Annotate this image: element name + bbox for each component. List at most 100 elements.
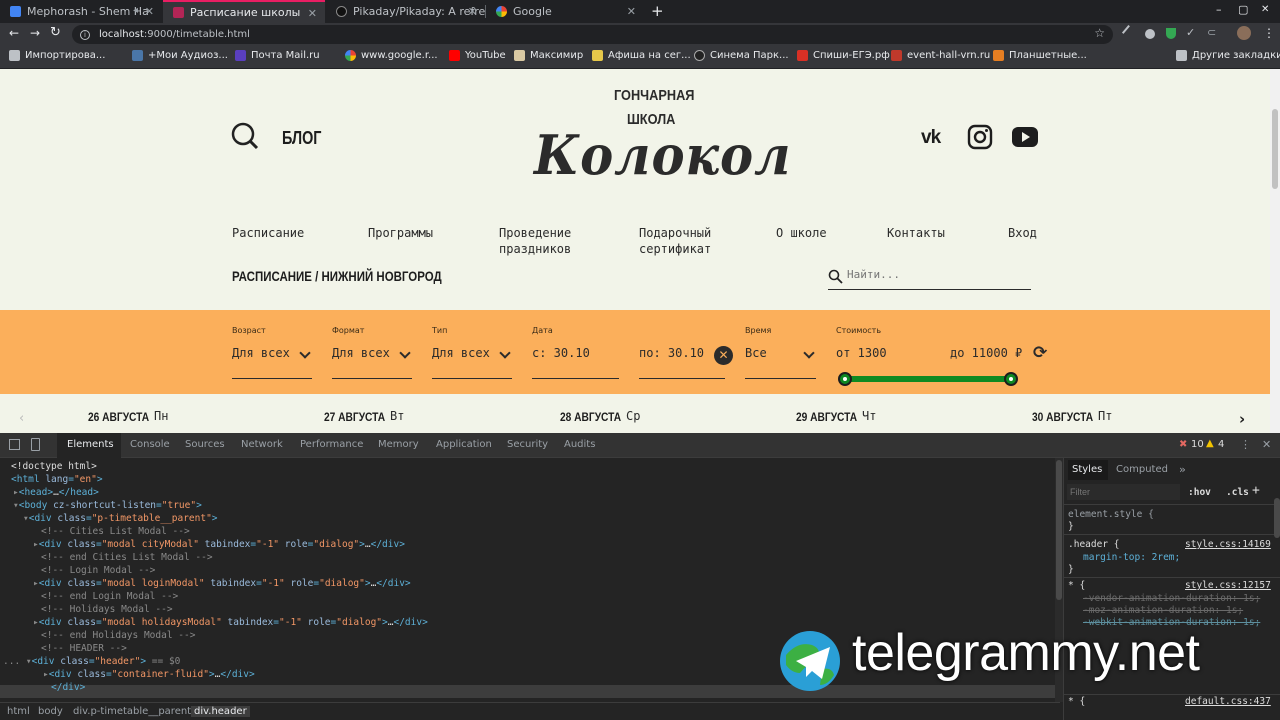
breadcrumb-item-selected[interactable]: div.header (191, 706, 250, 717)
devtools-tab-console[interactable]: Console (130, 439, 170, 450)
nav-about[interactable]: О школе (776, 225, 827, 241)
rule-source-link[interactable]: style.css:12157 (1185, 580, 1271, 591)
menu-icon[interactable]: ⋮ (1263, 26, 1275, 40)
styles-filter-input[interactable] (1067, 484, 1180, 500)
vk-icon[interactable]: vk (921, 127, 941, 149)
date-from-input[interactable]: с: 30.10 (532, 346, 590, 360)
date-to-input[interactable]: по: 30.10 (639, 346, 704, 360)
devtools-tab-sources[interactable]: Sources (185, 439, 225, 450)
bookmark-item[interactable]: Почта Mail.ru (235, 50, 320, 61)
type-select[interactable]: Для всех (432, 346, 490, 360)
devtools-tab-performance[interactable]: Performance (300, 439, 363, 450)
address-bar[interactable]: i localhost:9000/timetable.html ☆ (72, 25, 1113, 44)
cls-toggle[interactable]: .cls (1226, 487, 1249, 498)
price-slider[interactable] (838, 372, 1018, 386)
scrollbar-thumb[interactable] (1272, 109, 1278, 189)
day-date[interactable]: 26 АВГУСТА (88, 410, 149, 424)
dom-line[interactable]: ▾<body cz-shortcut-listen="true"> (13, 499, 202, 512)
device-toggle-icon[interactable] (31, 438, 40, 451)
close-window-button[interactable]: ✕ (1261, 4, 1269, 15)
avatar[interactable] (1237, 26, 1251, 40)
tab-timetable[interactable]: Расписание школы ✕ (163, 0, 325, 23)
close-icon[interactable]: ✕ (145, 5, 154, 18)
bookmark-item[interactable]: YouTube (449, 50, 506, 61)
day-date[interactable]: 27 АВГУСТА (324, 410, 385, 424)
tab-google[interactable]: Google ✕ (486, 0, 644, 23)
check-icon[interactable]: ✓ (1186, 26, 1195, 39)
forward-icon[interactable]: → (30, 26, 40, 40)
bookmark-item[interactable]: +Мои Аудиоз... (132, 50, 228, 61)
dom-line[interactable]: ▸<div class="modal holidaysModal" tabind… (33, 616, 428, 629)
dom-line[interactable]: ▸<head>…</head> (13, 486, 99, 499)
menu-icon[interactable]: ⋮ (1240, 438, 1251, 451)
dom-line[interactable]: ▸<div class="modal cityModal" tabindex="… (33, 538, 405, 551)
dom-line[interactable]: <!-- end Login Modal --> (41, 590, 178, 603)
maximize-button[interactable]: ▢ (1238, 3, 1248, 16)
rule-selector[interactable]: .header { (1068, 539, 1119, 550)
search-field[interactable] (828, 264, 1031, 290)
inspect-icon[interactable] (9, 439, 20, 450)
back-icon[interactable]: ← (9, 26, 19, 40)
instagram-icon[interactable] (967, 124, 993, 150)
close-icon[interactable]: ✕ (627, 5, 636, 18)
element-style-rule[interactable]: element.style { (1068, 509, 1154, 520)
breadcrumb-item[interactable]: body (38, 706, 63, 717)
prev-week-icon[interactable]: ‹ (19, 411, 24, 426)
minimize-button[interactable]: – (1216, 3, 1222, 16)
dom-line[interactable]: <!-- end Cities List Modal --> (41, 551, 213, 564)
dom-line[interactable]: ▸<div class="container-fluid">…</div> (43, 668, 255, 681)
devtools-tab-network[interactable]: Network (241, 439, 283, 450)
devtools-tab-audits[interactable]: Audits (564, 439, 595, 450)
bookmark-folder[interactable]: Импортирова... (9, 50, 105, 61)
nav-schedule[interactable]: Расписание (232, 225, 304, 241)
chevron-down-icon[interactable] (499, 347, 511, 359)
dom-line-selected[interactable]: ... ▾<div class="header"> == $0 (3, 655, 180, 668)
clear-date-icon[interactable]: ✕ (714, 346, 733, 365)
reset-icon[interactable]: ⟳ (1033, 343, 1047, 363)
info-icon[interactable]: i (80, 29, 90, 40)
blog-link[interactable]: БЛОГ (282, 128, 321, 149)
dom-line[interactable]: <html lang="en"> (11, 473, 103, 486)
devtools-tab-application[interactable]: Application (436, 439, 492, 450)
dom-line[interactable]: <!-- HEADER --> (41, 642, 127, 655)
tab-computed[interactable]: Computed (1116, 464, 1168, 475)
tab-mephorash[interactable]: Mephorash - Shem Ha ◂ ✕ (0, 0, 162, 23)
new-tab-button[interactable]: + (651, 2, 664, 20)
error-count[interactable]: 10 (1191, 439, 1204, 450)
devtools-tab-elements[interactable]: Elements (67, 439, 114, 450)
rule-source-link[interactable]: style.css:14169 (1185, 539, 1271, 550)
dom-line[interactable]: ▾<div class="p-timetable__parent"> (23, 512, 218, 525)
day-date[interactable]: 30 АВГУСТА (1032, 410, 1093, 424)
price-slider-min-handle[interactable] (838, 372, 852, 386)
warning-icon[interactable]: ▲ (1206, 438, 1214, 449)
extension-icon[interactable] (1145, 29, 1155, 39)
chevron-down-icon[interactable] (299, 347, 311, 359)
search-icon[interactable] (230, 121, 260, 151)
dom-line[interactable]: <!-- Login Modal --> (41, 564, 155, 577)
bookmark-item[interactable]: Максимир (514, 50, 583, 61)
bookmark-item[interactable]: Синема Парк... (694, 50, 789, 61)
dom-line[interactable]: </div> (51, 681, 85, 694)
error-icon[interactable]: ✖ (1179, 439, 1187, 450)
rule-selector[interactable]: * { (1068, 696, 1085, 707)
nav-login[interactable]: Вход (1008, 225, 1037, 241)
bookmark-other-folder[interactable]: Другие закладки (1176, 50, 1280, 61)
bookmark-item[interactable]: event-hall-vrn.ru (891, 50, 990, 61)
warning-count[interactable]: 4 (1218, 439, 1224, 450)
close-icon[interactable]: ✕ (1262, 438, 1271, 451)
day-date[interactable]: 29 АВГУСТА (796, 410, 857, 424)
tab-styles[interactable]: Styles (1072, 464, 1102, 475)
nav-gift-certificate[interactable]: Подарочный сертификат (639, 225, 729, 257)
rule-property[interactable]: -moz-animation-duration: 1s; (1083, 605, 1243, 616)
dom-line[interactable]: <!doctype html> (11, 460, 97, 473)
search-input[interactable] (847, 268, 1027, 281)
breadcrumb-item[interactable]: div.p-timetable__parent (73, 706, 191, 717)
dom-line[interactable]: <!-- end Holidays Modal --> (41, 629, 195, 642)
chevron-down-icon[interactable] (399, 347, 411, 359)
bookmark-item[interactable]: www.google.r... (345, 50, 438, 61)
breadcrumb-item[interactable]: html (7, 706, 30, 717)
star-icon[interactable]: ☆ (1094, 26, 1105, 40)
mute-icon[interactable]: ◂ (133, 5, 138, 16)
day-date[interactable]: 28 АВГУСТА (560, 410, 621, 424)
youtube-icon[interactable] (1012, 127, 1038, 147)
